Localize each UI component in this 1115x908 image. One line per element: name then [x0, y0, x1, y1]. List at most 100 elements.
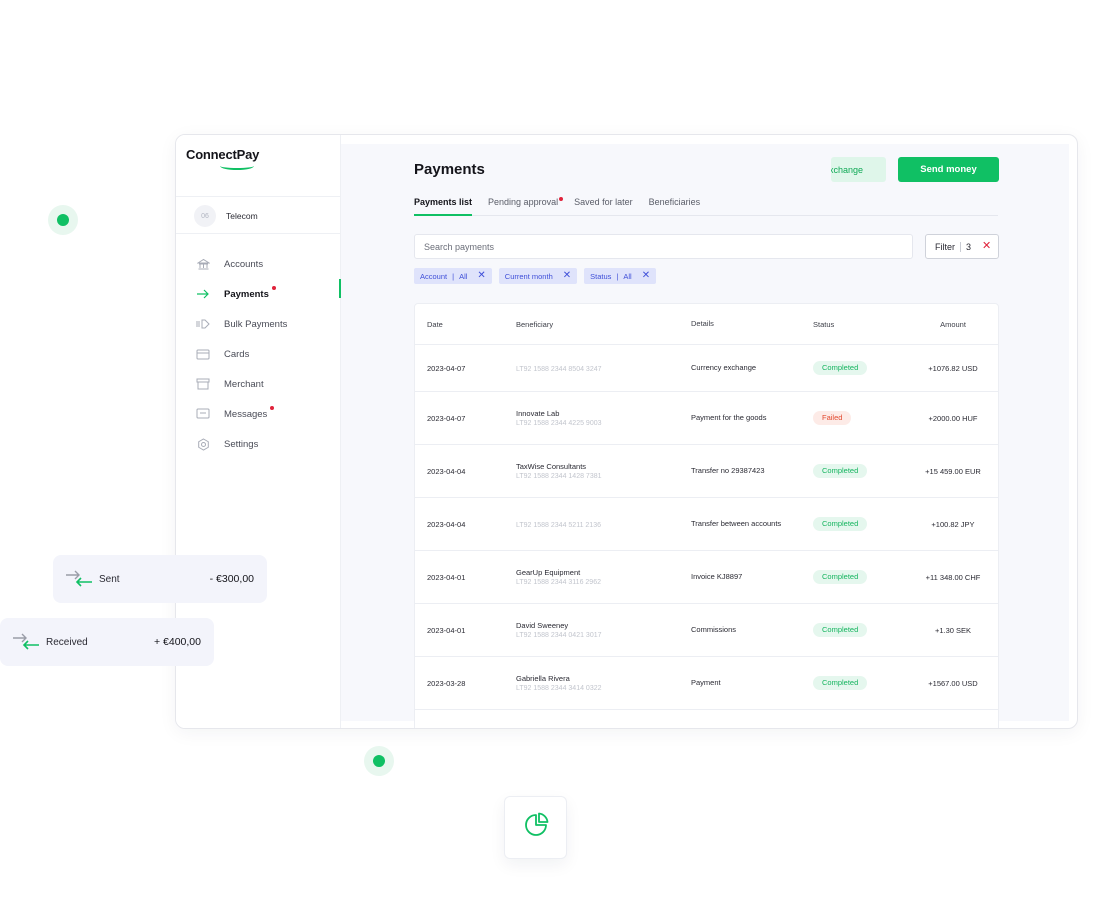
chip-value: All — [459, 271, 468, 281]
clear-filter-icon[interactable]: ✕ — [982, 241, 991, 252]
tab-payments-list[interactable]: Payments list — [414, 197, 473, 216]
chip-separator: | — [616, 271, 619, 281]
cell-status: Failed — [813, 411, 908, 425]
tab-beneficiaries[interactable]: Beneficiaries — [649, 197, 701, 216]
decorative-dot — [48, 205, 78, 235]
sidebar-item-bulk-payments[interactable]: Bulk Payments — [196, 309, 341, 339]
beneficiary-iban: LT92 1588 2344 3414 0322 — [516, 685, 602, 692]
cell-date: 2023-04-07 — [427, 363, 466, 373]
table-header: Date Beneficiary Details Status Amount — [415, 304, 998, 345]
card-icon — [196, 347, 210, 361]
status-badge: Failed — [813, 411, 852, 425]
column-header-status[interactable]: Status — [813, 320, 908, 329]
table-row[interactable]: 2023-04-01 GearUp Equipment LT92 1588 234… — [415, 551, 998, 604]
sidebar-item-label: Messages — [224, 408, 268, 420]
payments-table: Date Beneficiary Details Status Amount 2… — [414, 303, 999, 728]
column-header-details[interactable]: Details — [691, 319, 813, 329]
page-title: Payments — [414, 161, 485, 178]
cell-details: Payment for the goods — [691, 413, 767, 422]
filter-button[interactable]: Filter 3 ✕ — [925, 234, 999, 259]
beneficiary-name: Innovate Lab — [516, 409, 560, 418]
received-amount: + €400,00 — [153, 636, 201, 648]
divider — [176, 233, 341, 234]
cell-beneficiary: Gabriella Rivera LT92 1588 2344 3414 0322 — [516, 674, 691, 692]
beneficiary-name: TaxWise Consultants — [516, 462, 587, 471]
cell-details: Payment — [691, 678, 721, 687]
sidebar-item-merchant[interactable]: Merchant — [196, 369, 341, 399]
cell-amount: +1.30 SEK — [934, 625, 972, 635]
received-card: Received + €400,00 — [0, 618, 214, 666]
gear-icon — [196, 437, 210, 451]
chip-account[interactable]: Account | All ✕ — [414, 268, 492, 284]
cell-amount: +1076.82 USD — [928, 363, 978, 373]
tab-bar: Payments list Pending approval Saved for… — [414, 197, 998, 216]
cell-date: 2023-03-28 — [427, 678, 466, 688]
remove-chip-icon[interactable]: ✕ — [477, 271, 485, 281]
brand-logo: ConnectPay — [186, 147, 260, 162]
received-label: Received — [46, 636, 88, 648]
sidebar-item-payments[interactable]: Payments — [196, 279, 341, 309]
chip-name: Account — [420, 271, 448, 281]
notification-dot — [272, 286, 276, 290]
main-content: Payments Exchange Send money Payments li… — [341, 144, 1069, 728]
status-badge: Completed — [813, 676, 868, 690]
notification-dot — [270, 406, 274, 410]
company-name: Telecom — [226, 211, 258, 221]
column-header-amount[interactable]: Amount — [908, 320, 998, 329]
cell-beneficiary: David Sweeney LT92 1588 2344 0421 3017 — [516, 621, 691, 639]
cell-details: Currency exchange — [691, 363, 757, 372]
cell-status: Completed — [813, 623, 908, 637]
table-row[interactable]: 2023-04-04 LT92 1588 2344 5211 2136 Tran… — [415, 498, 998, 551]
bank-icon — [196, 257, 210, 271]
table-row[interactable]: 2023-03-28 Gabriella Rivera LT92 1588 234… — [415, 657, 998, 710]
sidebar-item-cards[interactable]: Cards — [196, 339, 341, 369]
transfer-arrows-icon — [65, 569, 93, 589]
filter-chips: Account | All ✕ Current month ✕ Status | All… — [414, 268, 657, 284]
cell-beneficiary: LT92 1588 2344 8504 3247 — [516, 364, 691, 373]
arrow-right-icon — [196, 287, 210, 301]
cell-status: Completed — [813, 676, 908, 690]
remove-chip-icon[interactable]: ✕ — [642, 271, 650, 281]
decorative-dot — [364, 746, 394, 776]
sidebar-item-label: Cards — [224, 348, 250, 360]
company-switcher[interactable]: 06 Telecom — [194, 205, 258, 227]
sidebar-item-messages[interactable]: Messages — [196, 399, 341, 429]
chip-value: All — [623, 271, 632, 281]
cell-status: Completed — [813, 361, 908, 375]
send-money-button[interactable]: Send money — [898, 157, 999, 182]
sidebar-item-accounts[interactable]: Accounts — [196, 249, 341, 279]
beneficiary-iban: LT92 1588 2344 4225 9003 — [516, 420, 602, 427]
beneficiary-iban: LT92 1588 2344 3116 2962 — [516, 579, 601, 586]
sidebar-item-label: Bulk Payments — [224, 318, 288, 330]
sent-label: Sent — [99, 573, 120, 585]
cell-amount: +11 348.00 CHF — [925, 572, 981, 582]
table-row[interactable]: 2023-04-07 Innovate Lab LT92 1588 2344 42… — [415, 392, 998, 445]
cell-beneficiary: GearUp Equipment LT92 1588 2344 3116 2962 — [516, 568, 691, 586]
table-row[interactable]: 2023-04-07 LT92 1588 2344 8504 3247 Curr… — [415, 345, 998, 392]
chip-status[interactable]: Status | All ✕ — [584, 268, 657, 284]
filter-label: Filter — [935, 241, 955, 252]
company-avatar: 06 — [194, 205, 216, 227]
cell-date: 2023-04-07 — [427, 413, 466, 423]
column-header-beneficiary[interactable]: Beneficiary — [516, 320, 691, 329]
tab-pending-approval[interactable]: Pending approval — [488, 197, 564, 216]
table-row[interactable]: 2023-04-01 David Sweeney LT92 1588 2344 0… — [415, 604, 998, 657]
table-row[interactable]: 2023-04-04 TaxWise Consultants LT92 1588 … — [415, 445, 998, 498]
tab-label: Saved for later — [574, 197, 633, 207]
beneficiary-name: David Sweeney — [516, 621, 569, 630]
cell-amount: +100.82 JPY — [931, 519, 975, 529]
remove-chip-icon[interactable]: ✕ — [563, 271, 571, 281]
sidebar-item-settings[interactable]: Settings — [196, 429, 341, 459]
tab-saved-for-later[interactable]: Saved for later — [574, 197, 633, 216]
cell-date: 2023-04-04 — [427, 519, 466, 529]
cell-details: Commissions — [691, 625, 737, 634]
cell-date: 2023-04-04 — [427, 466, 466, 476]
search-input[interactable] — [414, 234, 913, 259]
exchange-button[interactable]: Exchange — [831, 157, 886, 182]
chip-current-month[interactable]: Current month ✕ — [498, 268, 578, 284]
analytics-tile[interactable] — [504, 796, 567, 859]
beneficiary-iban: LT92 1588 2344 5211 2136 — [516, 521, 601, 529]
filter-count: 3 — [966, 241, 972, 252]
divider — [176, 196, 341, 197]
column-header-date[interactable]: Date — [415, 320, 516, 329]
